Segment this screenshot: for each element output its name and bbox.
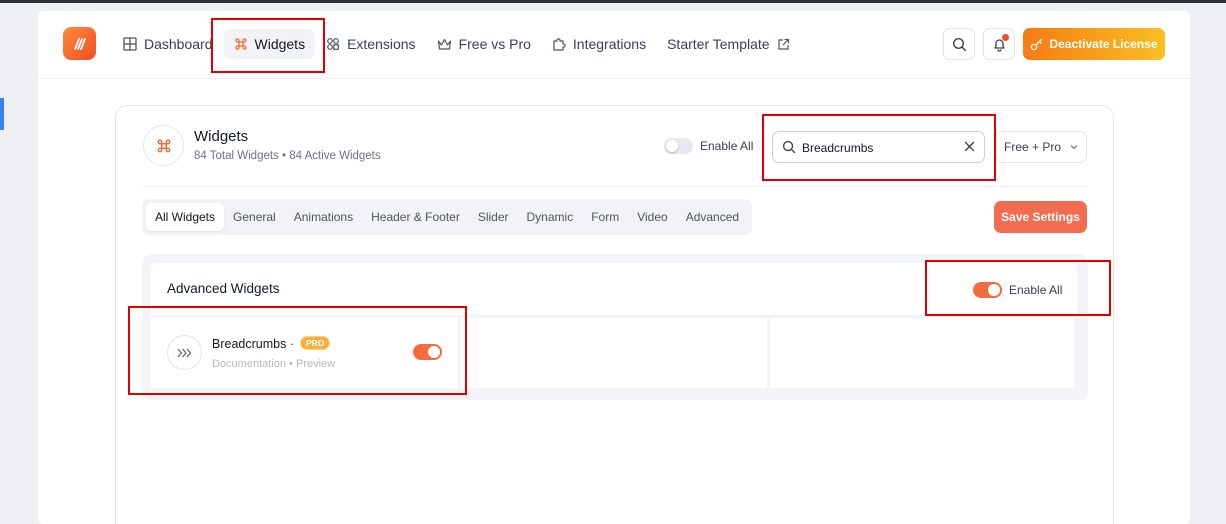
- nav-free-vs-pro-label: Free vs Pro: [458, 36, 531, 52]
- breadcrumbs-widget-toggle[interactable]: [413, 344, 442, 360]
- key-icon: [1031, 38, 1043, 50]
- nav-dashboard[interactable]: Dashboard: [113, 29, 223, 59]
- window-top-edge: [0, 0, 1226, 3]
- search-icon: [952, 37, 966, 51]
- advanced-widgets-header: Advanced Widgets Enable All: [151, 263, 1077, 315]
- section-title: Advanced Widgets: [167, 281, 280, 296]
- breadcrumbs-widget-icon: [167, 335, 202, 370]
- app-logo[interactable]: [63, 27, 96, 60]
- nav-free-vs-pro[interactable]: Free vs Pro: [427, 29, 541, 59]
- clear-search-icon[interactable]: [964, 141, 975, 152]
- notifications-button[interactable]: [983, 28, 1015, 60]
- command-icon: [234, 38, 247, 50]
- tab-all-widgets[interactable]: All Widgets: [146, 203, 225, 231]
- search-input[interactable]: [802, 138, 952, 158]
- tab-advanced[interactable]: Advanced: [677, 203, 748, 231]
- nav-starter-template-label: Starter Template: [667, 36, 770, 52]
- widgets-panel: Widgets 84 Total Widgets • 84 Active Wid…: [115, 105, 1114, 524]
- widget-category-tabs: All Widgets General Animations Header & …: [142, 199, 753, 235]
- tab-header-footer[interactable]: Header & Footer: [362, 203, 469, 231]
- toggle-knob: [666, 140, 678, 152]
- enable-all-toggle[interactable]: [664, 138, 693, 154]
- toggle-knob: [988, 284, 1000, 296]
- license-filter-select[interactable]: Free + Pro: [995, 131, 1087, 163]
- nav-integrations-label: Integrations: [572, 36, 647, 52]
- breadcrumbs-icon: [177, 348, 192, 357]
- nav-widgets[interactable]: Widgets: [223, 29, 316, 59]
- widget-name-separator: ·: [289, 337, 294, 351]
- preview-link[interactable]: Preview: [296, 358, 335, 370]
- command-icon: [157, 139, 170, 152]
- empty-widget-slot: [461, 318, 767, 388]
- puzzle-icon: [553, 38, 566, 51]
- nav-starter-template[interactable]: Starter Template: [657, 29, 799, 59]
- tab-general[interactable]: General: [224, 203, 285, 231]
- empty-widget-slot: [770, 318, 1074, 388]
- left-edge-accent: [0, 98, 4, 130]
- deactivate-license-button[interactable]: Deactivate License: [1023, 28, 1165, 60]
- nav-dashboard-label: Dashboard: [144, 36, 213, 52]
- logo-mark-icon: [73, 37, 86, 50]
- pro-badge: PRO: [300, 336, 331, 350]
- deactivate-license-label: Deactivate License: [1049, 37, 1158, 51]
- widgets-header-icon: [143, 125, 184, 166]
- tab-animations[interactable]: Animations: [285, 203, 362, 231]
- external-link-icon: [777, 38, 789, 50]
- page-title: Widgets: [194, 128, 249, 145]
- advanced-enable-all-label: Enable All: [1009, 283, 1063, 297]
- widget-search-field[interactable]: [772, 131, 985, 163]
- crown-icon: [437, 38, 451, 50]
- grid-icon: [123, 37, 137, 51]
- enable-all-label: Enable All: [700, 139, 754, 153]
- toggle-knob: [428, 346, 440, 358]
- advanced-enable-all-toggle[interactable]: [973, 282, 1002, 298]
- nav-integrations[interactable]: Integrations: [542, 29, 656, 59]
- tab-dynamic[interactable]: Dynamic: [518, 203, 583, 231]
- widget-cards-grid: Breadcrumbs · PRO Documentation • Previe…: [151, 318, 1077, 388]
- save-settings-button[interactable]: Save Settings: [994, 201, 1087, 233]
- app-shell: Dashboard Widgets Extensions Free vs Pro…: [38, 11, 1190, 524]
- chevron-down-icon: [1070, 145, 1078, 150]
- documentation-link[interactable]: Documentation: [212, 358, 286, 370]
- header-divider: [142, 186, 1088, 187]
- widget-card-breadcrumbs: Breadcrumbs · PRO Documentation • Previe…: [151, 318, 458, 388]
- widget-name-text: Breadcrumbs: [212, 337, 287, 351]
- widget-links: Documentation • Preview: [212, 358, 335, 370]
- nav-widgets-label: Widgets: [254, 36, 306, 52]
- links-separator: •: [289, 358, 293, 370]
- tab-form[interactable]: Form: [582, 203, 628, 231]
- top-bar: Dashboard Widgets Extensions Free vs Pro…: [38, 11, 1190, 79]
- tab-slider[interactable]: Slider: [469, 203, 518, 231]
- search-button[interactable]: [943, 28, 975, 60]
- nav-extensions[interactable]: Extensions: [316, 29, 425, 59]
- nav-extensions-label: Extensions: [347, 36, 416, 52]
- advanced-widgets-section: Advanced Widgets Enable All Breadcrumbs …: [142, 254, 1088, 400]
- tab-video[interactable]: Video: [628, 203, 676, 231]
- widgets-count-summary: 84 Total Widgets • 84 Active Widgets: [194, 150, 381, 162]
- widget-name: Breadcrumbs ·: [212, 337, 294, 351]
- notification-dot: [1002, 34, 1009, 41]
- license-filter-value: Free + Pro: [1004, 140, 1062, 154]
- main-nav: Dashboard Widgets Extensions Free vs Pro…: [113, 29, 801, 59]
- extensions-icon: [327, 38, 339, 50]
- search-icon: [782, 140, 796, 154]
